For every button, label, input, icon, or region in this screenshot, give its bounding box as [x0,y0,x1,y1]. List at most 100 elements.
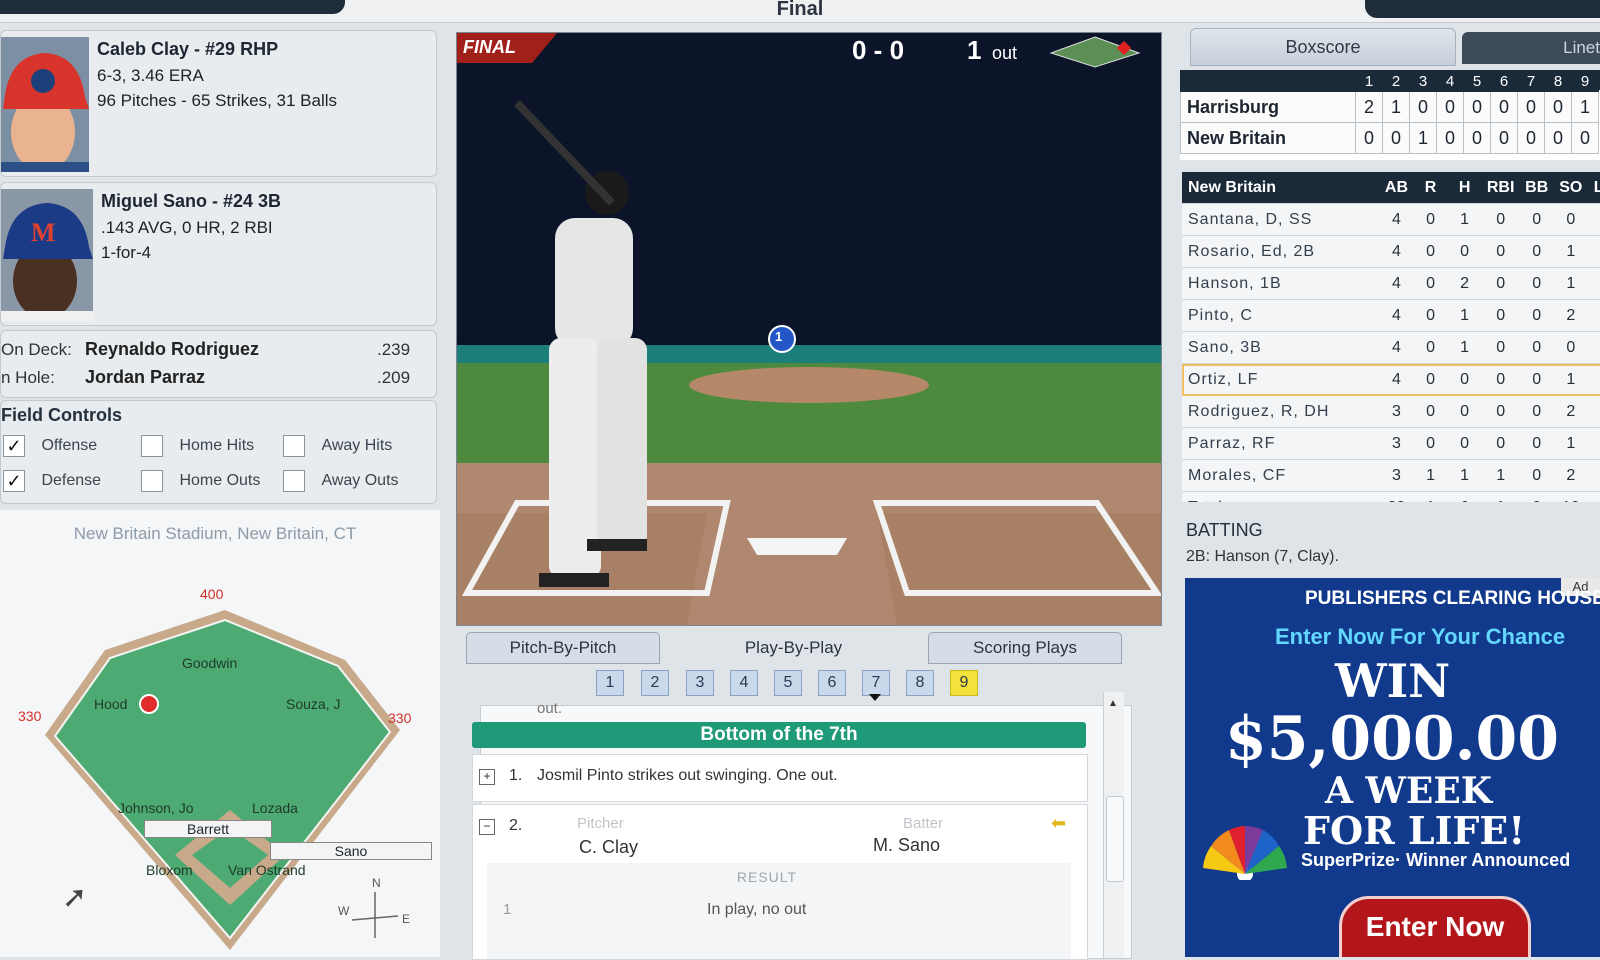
player-name[interactable]: Rosario, Ed, 2B [1182,235,1380,268]
table-row[interactable]: Hanson, 1B 4020010 [1182,267,1600,300]
in-hole-name[interactable]: Jordan Parraz [85,367,205,388]
inning-button-7[interactable]: 7 [862,670,890,696]
inning-button-4[interactable]: 4 [730,670,758,696]
on-deck-name[interactable]: Reynaldo Rodriguez [85,339,259,360]
boxscore-team-header: New Britain [1182,172,1380,204]
fielder-rf[interactable]: Souza, J [286,696,340,712]
play-row-2[interactable]: − 2. Pitcher C. Clay Batter M. Sano ⬅ RE… [472,804,1088,960]
game-status: FINAL [463,37,516,57]
fielder-cf[interactable]: Goodwin [182,655,237,671]
play-batter-name[interactable]: M. Sano [873,835,940,856]
ad-win: WIN [1335,654,1451,708]
table-row[interactable]: Sano, 3B 4010002 [1182,331,1600,364]
stat-cell: 0 [1481,235,1520,268]
outs-count: 1 [967,35,982,65]
table-row[interactable]: Morales, CF 3111020 [1182,459,1600,492]
inning-button-2[interactable]: 2 [641,670,669,696]
col-r: R [1413,172,1448,204]
home-inning-run: 0 [1517,122,1545,154]
stat-cell: 1 [1447,459,1482,492]
table-row[interactable]: Rodriguez, R, DH 3000021 [1182,395,1600,428]
pbp-scrollbar[interactable]: ▲ [1103,692,1124,958]
in-hole-avg: .209 [377,368,411,387]
stat-cell: 2 [1553,459,1588,492]
player-name[interactable]: Ortiz, LF [1182,363,1380,396]
player-name[interactable]: Parraz, RF [1182,427,1380,460]
stat-cell: 1 [1553,363,1588,396]
away-outs-toggle[interactable]: Away Outs [283,470,399,492]
distance-center: 400 [200,586,224,602]
table-row[interactable]: Parraz, RF 3000010 [1182,427,1600,460]
expand-icon[interactable]: + [479,769,495,785]
stat-cell: 4 [1379,267,1414,300]
inning-button-5[interactable]: 5 [774,670,802,696]
table-row[interactable]: Pinto, C 4010022 [1182,299,1600,332]
away-outs-checkbox[interactable] [283,470,305,492]
player-name[interactable]: Morales, CF [1182,459,1380,492]
collapse-icon[interactable]: − [479,819,495,835]
offense-toggle[interactable]: ✓ Offense [3,435,97,457]
home-hits-checkbox[interactable] [141,435,163,457]
advertisement[interactable]: Ad PUBLISHERS CLEARING HOUSE Enter Now F… [1185,578,1600,957]
tab-play-by-play[interactable]: Play-By-Play [700,632,887,664]
scroll-thumb[interactable] [1106,796,1124,882]
field-panel: New Britain Stadium, New Britain, CT 400… [0,510,440,957]
defense-toggle[interactable]: ✓ Defense [3,470,101,492]
player-name[interactable]: Santana, D, SS [1182,203,1380,236]
home-team-name[interactable]: New Britain [1180,122,1356,154]
stat-cell: 1 [1447,299,1482,332]
inning-button-3[interactable]: 3 [686,670,714,696]
table-row-highlighted[interactable]: Ortiz, LF 4000013 [1182,363,1600,396]
stat-cell: 0 [1447,427,1482,460]
player-name[interactable]: Pinto, C [1182,299,1380,332]
batter-avatar: M [1,189,93,321]
away-hits-label: Away Hits [321,437,393,455]
tab-scoring-plays[interactable]: Scoring Plays [928,632,1122,664]
player-name[interactable]: Hanson, 1B [1182,267,1380,300]
fielder-lf[interactable]: Hood [94,696,127,712]
runner-marker [139,694,159,714]
fielder-1b[interactable]: Van Ostrand [228,862,306,878]
defense-checkbox[interactable]: ✓ [3,470,25,492]
play-by-play-list[interactable]: out. Bottom of the 7th + 1. Josmil Pinto… [472,692,1132,960]
home-hits-toggle[interactable]: Home Hits [141,435,254,457]
pitcher-name[interactable]: Caleb Clay - #29 RHP [97,39,278,60]
runner-label[interactable]: Barrett [144,820,272,838]
home-outs-toggle[interactable]: Home Outs [141,470,260,492]
boxscore-table: New Britain AB R H RBI BB SO LO Santana,… [1182,172,1600,502]
total-cell: 0 [1519,491,1554,502]
away-hits-toggle[interactable]: Away Hits [283,435,392,457]
inning-button-9[interactable]: 9 [950,670,978,696]
play-pitcher-name[interactable]: C. Clay [579,837,638,858]
table-row[interactable]: Rosario, Ed, 2B 4000011 [1182,235,1600,268]
home-outs-checkbox[interactable] [141,470,163,492]
inning-button-8[interactable]: 8 [906,670,934,696]
player-name[interactable]: Sano, 3B [1182,331,1380,364]
fielder-ss[interactable]: Johnson, Jo [118,800,194,816]
fielder-3b[interactable]: Bloxom [146,862,193,878]
batter-name[interactable]: Miguel Sano - #24 3B [101,191,281,212]
away-team-name[interactable]: Harrisburg [1180,91,1356,123]
inning-button-1[interactable]: 1 [596,670,624,696]
player-name[interactable]: Rodriguez, R, DH [1182,395,1380,428]
tab-pitch-by-pitch[interactable]: Pitch-By-Pitch [466,632,660,664]
offense-checkbox[interactable]: ✓ [3,435,25,457]
tab-lineups[interactable]: Linet [1462,32,1600,64]
play-row-1[interactable]: + 1. Josmil Pinto strikes out swinging. … [472,754,1088,802]
scroll-up-icon[interactable]: ▲ [1108,698,1118,709]
away-hits-checkbox[interactable] [283,435,305,457]
stat-cell: 0 [1413,235,1448,268]
game-video-panel[interactable]: FINAL 0 - 0 1 out 1 [456,32,1162,626]
linescore-row-away: Harrisburg 2 1 0 0 0 0 0 0 1 [1180,91,1599,123]
tab-boxscore[interactable]: Boxscore [1190,28,1456,66]
stat-cell: 4 [1379,363,1414,396]
ad-enter-now-button[interactable]: Enter Now [1339,896,1531,957]
result-label: RESULT [736,869,798,885]
away-inning-run: 0 [1490,91,1518,123]
inning-button-6[interactable]: 6 [818,670,846,696]
stat-cell: 1 [1447,331,1482,364]
batter-label[interactable]: Sano [270,842,432,860]
fielder-2b[interactable]: Lozada [252,800,298,816]
table-row[interactable]: Santana, D, SS 4010000 [1182,203,1600,236]
stat-cell: 1 [1587,235,1600,268]
